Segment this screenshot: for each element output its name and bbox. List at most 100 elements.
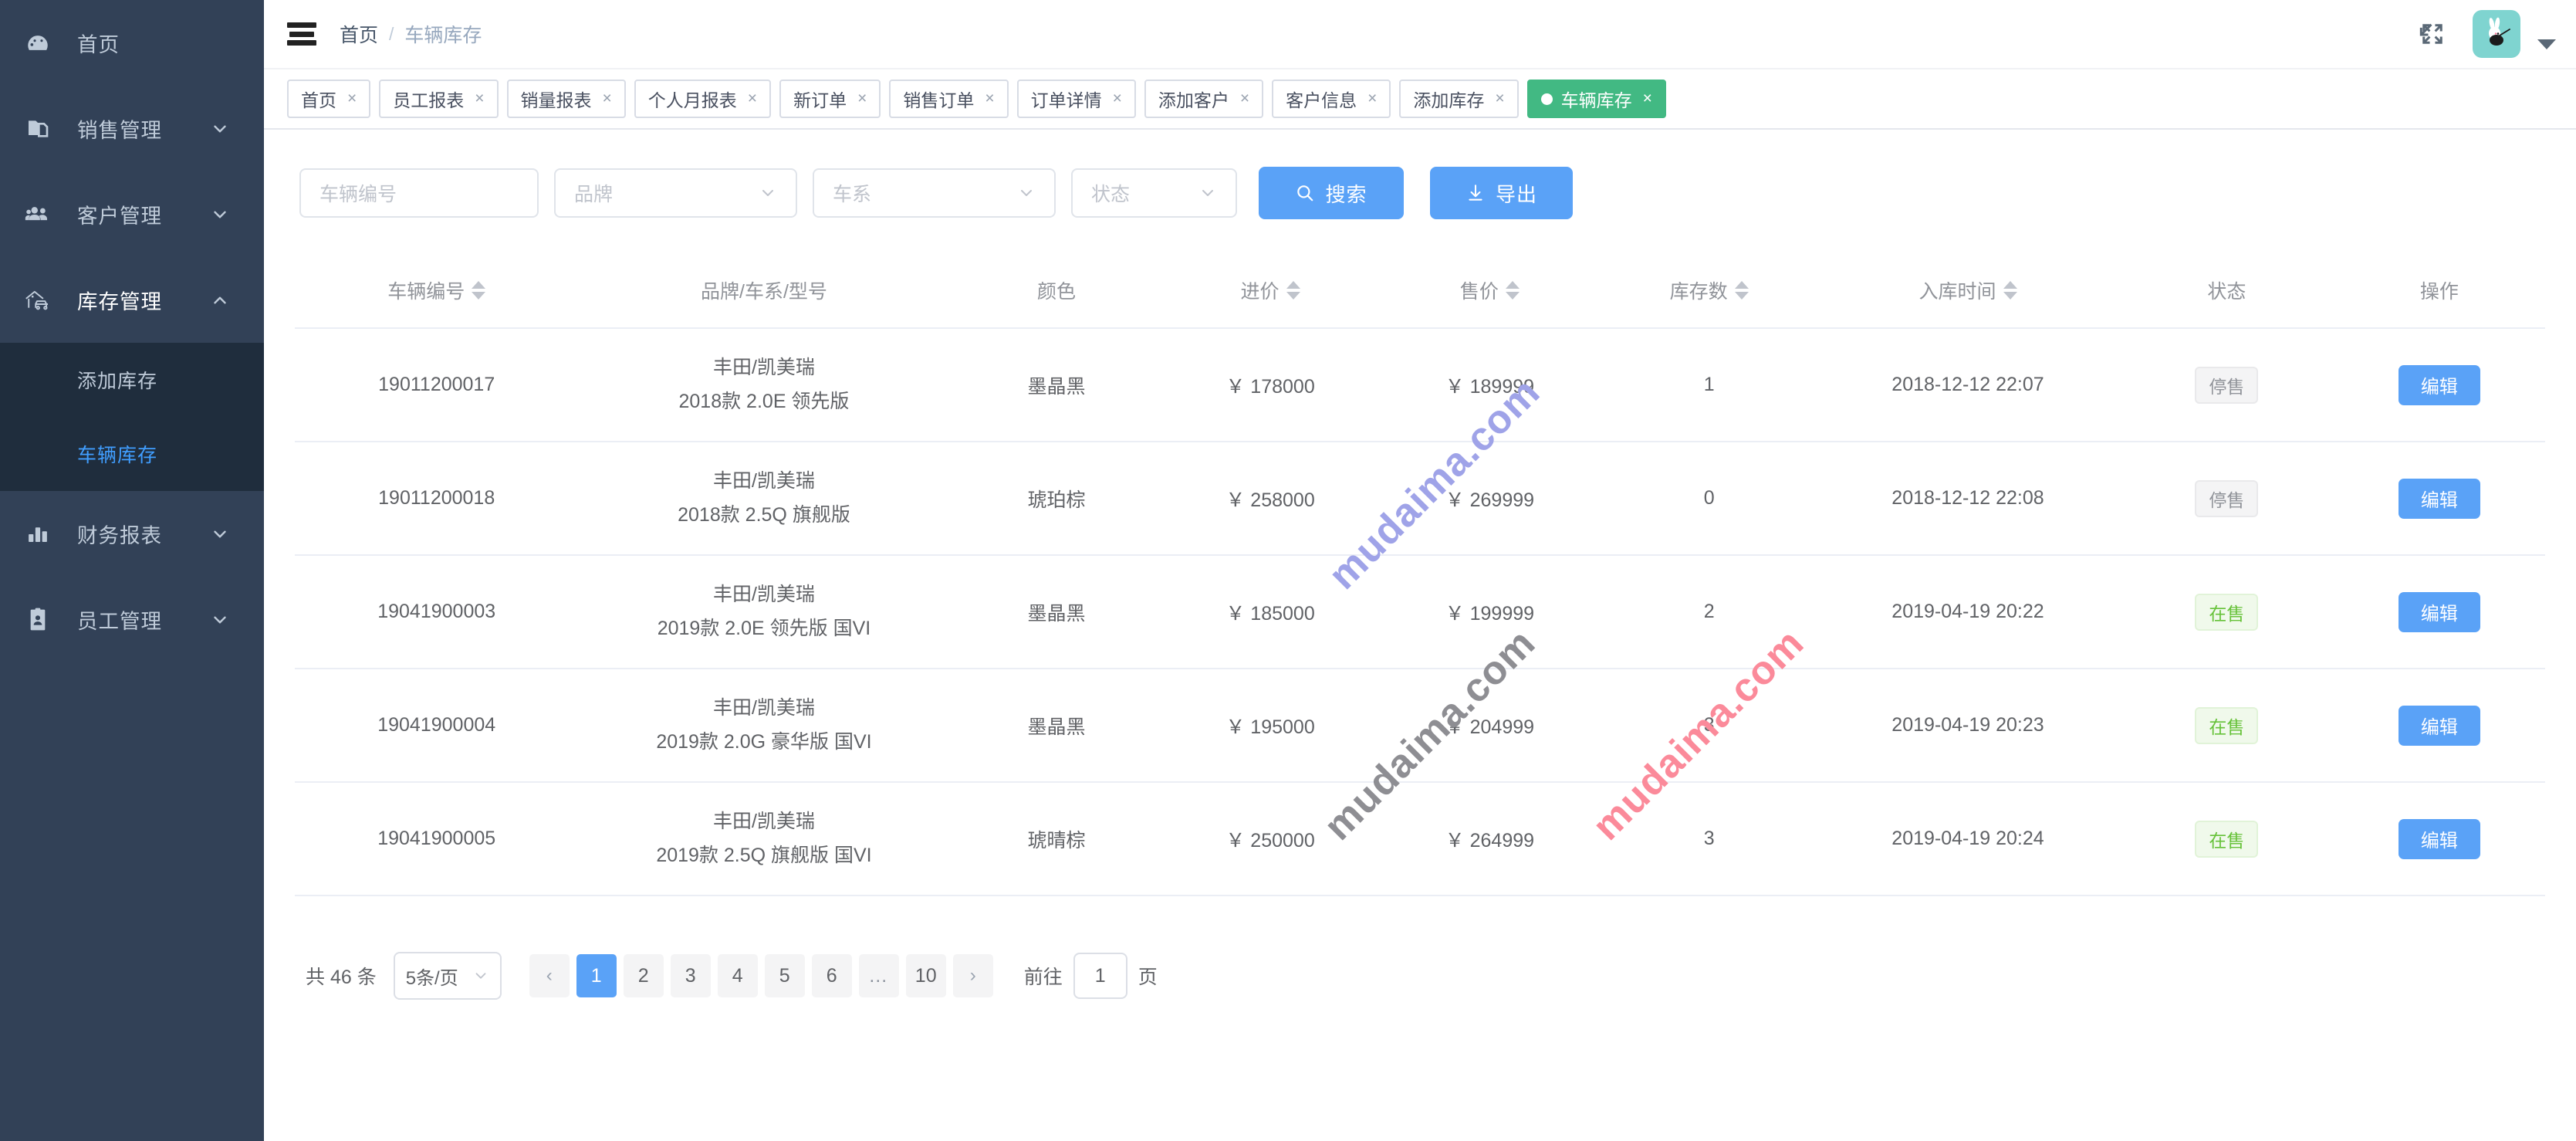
page-size-label: 5条/页	[405, 967, 458, 989]
sidebar-item-label: 财务报表	[77, 524, 162, 547]
close-icon[interactable]: ×	[475, 90, 484, 108]
main-area: 首页 / 车辆库存 首页 × 员工报表 × 销量报表 × 个人月报表 × 新订单…	[264, 0, 2576, 1141]
tab-order-detail[interactable]: 订单详情 ×	[1016, 80, 1136, 118]
cell-sale-price: ￥ 264999	[1377, 782, 1603, 896]
close-icon[interactable]: ×	[603, 90, 612, 108]
cell-intake-time: 2019-04-19 20:23	[1816, 669, 2120, 783]
sidebar-item-home[interactable]: 首页	[0, 0, 264, 86]
sidebar-item-customers[interactable]: 客户管理	[0, 171, 264, 257]
tab-personal-monthly-report[interactable]: 个人月报表 ×	[634, 80, 772, 118]
close-icon[interactable]: ×	[1240, 90, 1249, 108]
avatar[interactable]	[2473, 10, 2520, 58]
close-icon[interactable]: ×	[1643, 90, 1652, 108]
vehicle-no-input[interactable]: 车辆编号	[299, 168, 539, 218]
close-icon[interactable]: ×	[347, 90, 357, 108]
sort-icon[interactable]	[1734, 281, 1749, 300]
sidebar-item-sales[interactable]: 销售管理	[0, 86, 264, 171]
edit-button[interactable]: 编辑	[2398, 478, 2480, 519]
garage-car-icon	[17, 285, 59, 316]
export-button[interactable]: 导出	[1430, 167, 1573, 219]
table-row: 19041900003 丰田/凯美瑞 2019款 2.0E 领先版 国VI 墨晶…	[295, 555, 2545, 669]
close-icon[interactable]: ×	[1113, 90, 1122, 108]
fullscreen-icon[interactable]	[2419, 20, 2446, 48]
page-button-5[interactable]: 5	[764, 954, 805, 997]
status-placeholder: 状态	[1091, 184, 1131, 205]
search-icon	[1295, 183, 1315, 203]
tab-sales-order[interactable]: 销售订单 ×	[889, 80, 1009, 118]
tab-add-inventory[interactable]: 添加库存 ×	[1399, 80, 1519, 118]
breadcrumb-home[interactable]: 首页	[340, 20, 378, 48]
sort-icon[interactable]	[1505, 281, 1520, 300]
page-button-3[interactable]: 3	[670, 954, 711, 997]
edit-button[interactable]: 编辑	[2398, 818, 2480, 859]
column-vehicle-no[interactable]: 车辆编号	[295, 258, 579, 329]
page-jump-input[interactable]	[1073, 953, 1127, 999]
close-icon[interactable]: ×	[1367, 90, 1377, 108]
next-page-button[interactable]: ›	[952, 954, 993, 997]
column-stock[interactable]: 库存数	[1602, 258, 1817, 329]
model-name: 2019款 2.0E 领先版 国VI	[657, 617, 871, 639]
status-badge: 停售	[2195, 479, 2259, 517]
page-button-2[interactable]: 2	[623, 954, 664, 997]
column-cost-price[interactable]: 进价	[1163, 258, 1378, 329]
tab-home[interactable]: 首页 ×	[287, 80, 371, 118]
sidebar-item-add-inventory[interactable]: 添加库存	[0, 343, 264, 417]
tab-sales-report[interactable]: 销量报表 ×	[506, 80, 626, 118]
close-icon[interactable]: ×	[857, 90, 867, 108]
tab-staff-report[interactable]: 员工报表 ×	[379, 80, 499, 118]
status-select[interactable]: 状态	[1071, 168, 1237, 218]
status-badge: 停售	[2195, 366, 2259, 404]
sort-icon[interactable]	[1286, 281, 1300, 300]
edit-button[interactable]: 编辑	[2398, 705, 2480, 746]
sidebar-item-staff[interactable]: 员工管理	[0, 577, 264, 662]
cell-cost-price: ￥ 195000	[1163, 669, 1378, 783]
page-button-6[interactable]: 6	[811, 954, 852, 997]
brand-series: 丰田/凯美瑞	[712, 470, 815, 492]
chevron-down-icon	[472, 967, 489, 984]
sidebar-item-vehicle-inventory[interactable]: 车辆库存	[0, 417, 264, 491]
edit-button[interactable]: 编辑	[2398, 364, 2480, 405]
column-brand-series-model: 品牌/车系/型号	[578, 258, 950, 329]
page-button-10[interactable]: 10	[905, 954, 946, 997]
sort-icon[interactable]	[472, 281, 486, 300]
edit-button[interactable]: 编辑	[2398, 591, 2480, 632]
tab-new-order[interactable]: 新订单 ×	[779, 80, 881, 118]
tab-vehicle-inventory[interactable]: 车辆库存 ×	[1526, 80, 1666, 118]
column-intake-time[interactable]: 入库时间	[1816, 258, 2120, 329]
page-size-select[interactable]: 5条/页	[393, 952, 502, 1000]
close-icon[interactable]: ×	[985, 90, 994, 108]
page-ellipsis[interactable]: …	[858, 954, 899, 997]
cell-color: 琥珀棕	[949, 442, 1164, 556]
sidebar-submenu-inventory: 添加库存 车辆库存	[0, 343, 264, 491]
sort-icon[interactable]	[2003, 281, 2017, 300]
page-buttons: ‹ 1 2 3 4 5 6 … 10 ›	[529, 954, 993, 997]
column-label: 状态	[2207, 281, 2246, 303]
column-sale-price[interactable]: 售价	[1377, 258, 1603, 329]
cell-actions: 编辑	[2333, 328, 2545, 442]
column-label: 进价	[1240, 281, 1280, 303]
tab-add-customer[interactable]: 添加客户 ×	[1144, 80, 1264, 118]
column-label: 操作	[2419, 281, 2459, 303]
page-button-1[interactable]: 1	[576, 954, 617, 997]
close-icon[interactable]: ×	[748, 90, 757, 108]
status-badge: 在售	[2195, 593, 2259, 631]
hamburger-icon[interactable]	[287, 22, 316, 46]
brand-series: 丰田/凯美瑞	[712, 357, 815, 378]
sidebar-item-label: 库存管理	[77, 290, 162, 313]
tab-label: 新订单	[793, 90, 847, 110]
series-select[interactable]: 车系	[813, 168, 1056, 218]
cell-stock: 2	[1602, 555, 1817, 669]
caret-down-icon[interactable]	[2537, 39, 2556, 49]
prev-page-button[interactable]: ‹	[529, 954, 570, 997]
bar-chart-icon	[17, 519, 59, 550]
page-button-4[interactable]: 4	[717, 954, 758, 997]
close-icon[interactable]: ×	[1495, 90, 1504, 108]
users-icon	[17, 199, 59, 230]
sidebar-item-inventory[interactable]: 库存管理	[0, 257, 264, 343]
tab-customer-info[interactable]: 客户信息 ×	[1272, 80, 1391, 118]
sidebar: 首页 销售管理 客户管理 库存管理 添加库存 车辆库存 财务报表 员工管理	[0, 0, 264, 1141]
search-button[interactable]: 搜索	[1259, 167, 1404, 219]
sidebar-item-finance[interactable]: 财务报表	[0, 491, 264, 577]
chevron-down-icon	[210, 119, 230, 139]
brand-select[interactable]: 品牌	[554, 168, 797, 218]
